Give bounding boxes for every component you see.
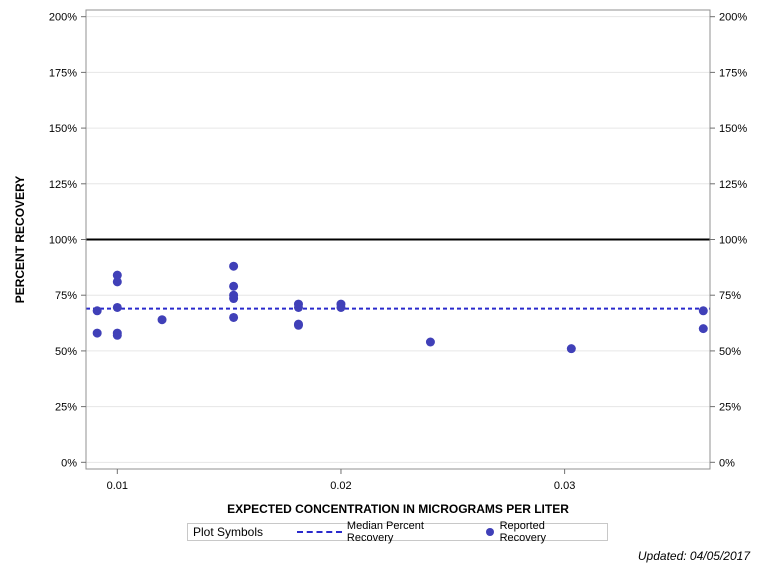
- data-points: [92, 261, 708, 354]
- data-point: [112, 277, 122, 287]
- y-tick-label-right: 50%: [719, 346, 741, 358]
- y-tick-label-right: 200%: [719, 12, 747, 24]
- y-tick-label-left: 125%: [49, 179, 77, 191]
- data-point: [92, 306, 102, 316]
- x-tick-label: 0.01: [107, 480, 128, 492]
- legend-median-label: Median Percent Recovery: [346, 520, 424, 544]
- updated-timestamp: Updated: 04/05/2017: [637, 549, 750, 563]
- data-point: [698, 306, 708, 316]
- data-point: [293, 302, 303, 312]
- data-point: [229, 294, 239, 304]
- data-point: [229, 261, 239, 271]
- y-tick-label-right: 150%: [719, 123, 747, 135]
- legend-item-points: Reported Recovery: [485, 520, 593, 544]
- y-tick-label-right: 125%: [719, 179, 747, 191]
- y-axis-title: PERCENT RECOVERY: [13, 176, 27, 304]
- chart-canvas: 0% 0% 25% 25% 50% 50% 75% 75% 100% 100% 125% 125% 15…: [13, 9, 747, 516]
- legend-item-median: Median Percent Recovery: [296, 520, 472, 544]
- x-tick-label: 0.02: [330, 480, 351, 492]
- data-point: [112, 302, 122, 312]
- y-tick-label-left: 25%: [55, 402, 77, 414]
- x-tick-label: 0.03: [554, 480, 575, 492]
- legend-title: Plot Symbols: [193, 525, 264, 539]
- y-tick-label-left: 75%: [55, 290, 77, 302]
- dot-marker-icon: [485, 528, 494, 536]
- data-point: [112, 330, 122, 340]
- y-tick-label-left: 0%: [61, 457, 77, 469]
- legend-points-label: Reported Recovery: [499, 520, 547, 544]
- data-point: [157, 315, 167, 325]
- y-tick-label-left: 175%: [49, 67, 77, 79]
- data-point: [92, 328, 102, 338]
- y-tick-label-right: 100%: [719, 235, 747, 247]
- y-tick-label-left: 200%: [49, 12, 77, 24]
- data-point: [698, 324, 708, 334]
- data-point: [566, 344, 576, 354]
- data-point: [229, 312, 239, 322]
- dashed-line-icon: [296, 531, 342, 533]
- y-tick-label-right: 75%: [719, 290, 741, 302]
- data-point: [425, 337, 435, 347]
- x-axis-title: EXPECTED CONCENTRATION IN MICROGRAMS PER…: [227, 502, 569, 516]
- axis-ticks: 0% 0% 25% 25% 50% 50% 75% 75% 100% 100% 125% 125% 15…: [49, 12, 747, 492]
- y-tick-label-left: 150%: [49, 123, 77, 135]
- data-point: [229, 281, 239, 291]
- data-point: [293, 320, 303, 330]
- y-tick-label-right: 25%: [719, 402, 741, 414]
- y-tick-label-left: 100%: [49, 235, 77, 247]
- legend: Plot Symbols Median Percent Recovery Rep…: [187, 520, 608, 544]
- y-tick-label-right: 0%: [719, 457, 735, 469]
- data-point: [336, 302, 346, 312]
- y-tick-label-left: 50%: [55, 346, 77, 358]
- y-tick-label-right: 175%: [719, 67, 747, 79]
